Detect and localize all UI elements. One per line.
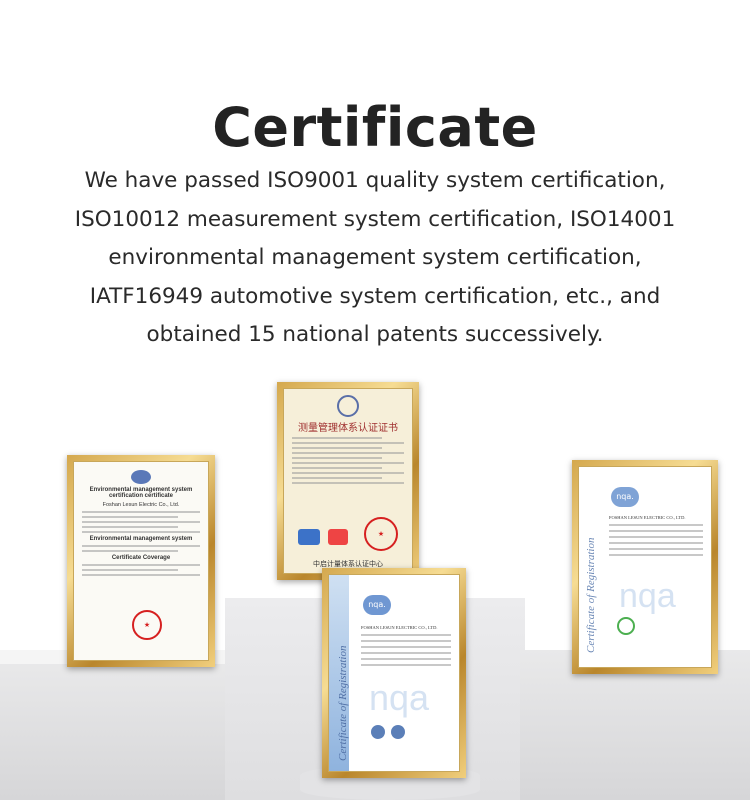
cert-env-heading: Environmental management system certific… (89, 487, 193, 499)
cert-logo-icon (391, 725, 405, 739)
cert-env-section: Certificate Coverage (111, 555, 171, 561)
description-line: environmental management system certific… (108, 245, 642, 270)
description-line: obtained 15 national patents successivel… (146, 322, 604, 347)
cert-nqa-right-company: FOSHAN LESUN ELECTRIC CO., LTD. (609, 515, 686, 520)
red-seal-icon: ★ (132, 610, 162, 640)
cert-emblem-icon (337, 395, 359, 417)
cert-nqa-front-company: FOSHAN LESUN ELECTRIC CO., LTD. (361, 625, 438, 630)
certificate-nqa-right: nqa. Certificate of Registration FOSHAN … (572, 460, 718, 674)
cert-logo-icon (328, 529, 348, 545)
description-line: We have passed ISO9001 quality system ce… (84, 168, 666, 193)
description-line: ISO10012 measurement system certificatio… (74, 206, 676, 232)
certificate-display-scene: 测量管理体系认证证书 ★ 中启计量体系认证中心 Environmental ma… (0, 360, 750, 800)
cert-emblem-icon (131, 470, 151, 484)
description: We have passed ISO9001 quality system ce… (55, 162, 695, 355)
cert-vertical-title: Certificate of Registration (585, 537, 597, 654)
nqa-logo: nqa. (363, 595, 391, 615)
cert-logo-icon (298, 529, 320, 545)
cert-measurement-heading: 测量管理体系认证证书 (298, 423, 398, 434)
cert-env-section: Environmental management system (89, 536, 193, 542)
nqa-logo: nqa. (611, 487, 639, 507)
certificate-nqa-front: nqa. Certificate of Registration FOSHAN … (322, 568, 466, 778)
page-title: Certificate (212, 96, 538, 159)
cert-logo-icon (617, 617, 635, 635)
red-seal-icon: ★ (364, 517, 398, 551)
nqa-watermark: nqa (369, 677, 430, 718)
certificate-measurement: 测量管理体系认证证书 ★ 中启计量体系认证中心 (277, 382, 419, 580)
certificate-environmental: Environmental management system certific… (67, 455, 215, 667)
description-line: IATF16949 automotive system certificatio… (89, 283, 661, 309)
nqa-watermark: nqa (619, 577, 676, 615)
cert-vertical-title: Certificate of Registration (337, 645, 349, 762)
cert-logo-icon (371, 725, 385, 739)
cert-env-company: Foshan Lesun Electric Co., Ltd. (102, 502, 180, 508)
